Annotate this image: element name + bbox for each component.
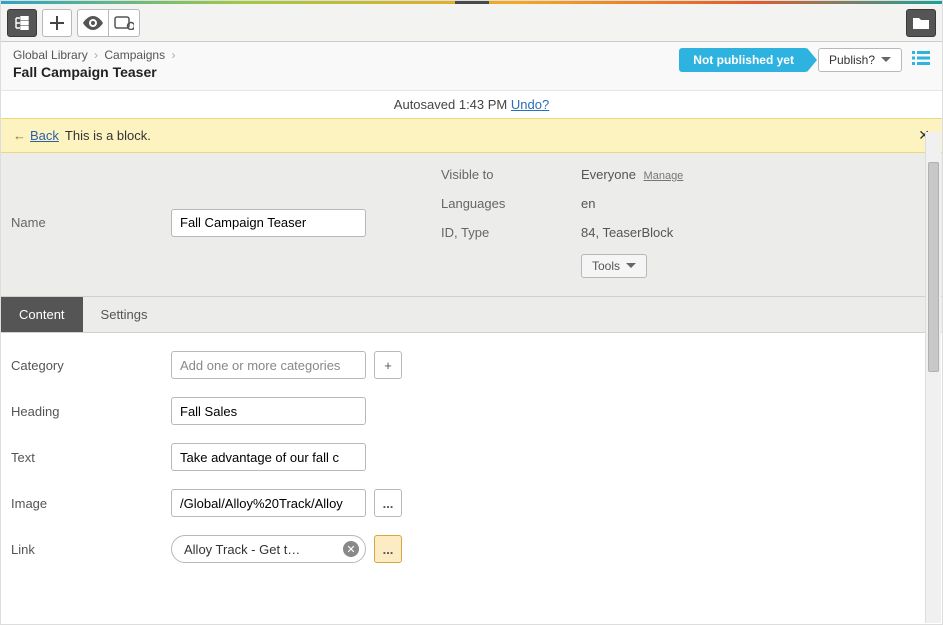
id-type-value: 84, TeaserBlock bbox=[581, 225, 932, 240]
tab-settings[interactable]: Settings bbox=[83, 297, 166, 332]
breadcrumb-separator: › bbox=[91, 48, 101, 62]
manage-link[interactable]: Manage bbox=[644, 170, 684, 182]
link-label: Link bbox=[11, 542, 171, 557]
content-form: Category Add one or more categories + He… bbox=[1, 333, 942, 573]
publish-button[interactable]: Publish? bbox=[818, 48, 902, 72]
add-button[interactable] bbox=[42, 9, 72, 37]
notice-bar: ← Back This is a block. ✕ bbox=[1, 118, 942, 153]
languages-label: Languages bbox=[441, 196, 581, 211]
back-link[interactable]: Back bbox=[30, 128, 59, 143]
text-input[interactable] bbox=[171, 443, 366, 471]
tab-content[interactable]: Content bbox=[1, 297, 83, 332]
breadcrumb-separator: › bbox=[168, 48, 178, 62]
tools-button[interactable]: Tools bbox=[581, 254, 647, 278]
page-header: Global Library › Campaigns › Fall Campai… bbox=[1, 42, 942, 91]
tabs: Content Settings bbox=[1, 297, 942, 333]
assets-toggle-button[interactable] bbox=[906, 9, 936, 37]
chevron-down-icon bbox=[626, 261, 636, 271]
undo-link[interactable]: Undo? bbox=[511, 97, 549, 112]
visible-to-text: Everyone bbox=[581, 167, 636, 182]
compare-icon bbox=[114, 16, 134, 30]
publish-label: Publish? bbox=[829, 53, 875, 67]
notice-text: This is a block. bbox=[65, 128, 151, 143]
back-arrow-icon: ← bbox=[13, 128, 26, 143]
plus-icon bbox=[50, 16, 64, 30]
visible-to-label: Visible to bbox=[441, 167, 581, 182]
autosave-bar: Autosaved 1:43 PM Undo? bbox=[1, 91, 942, 118]
breadcrumb-item[interactable]: Campaigns bbox=[104, 48, 165, 62]
list-icon bbox=[912, 50, 930, 66]
properties-col-right: Visible to Everyone Manage Languages en … bbox=[441, 167, 932, 278]
add-category-button[interactable]: + bbox=[374, 351, 402, 379]
category-input[interactable]: Add one or more categories bbox=[171, 351, 366, 379]
scroll-thumb[interactable] bbox=[928, 162, 939, 372]
autosave-text: Autosaved 1:43 PM bbox=[394, 97, 507, 112]
link-input[interactable]: Alloy Track - Get t… ✕ bbox=[171, 535, 366, 563]
tools-label: Tools bbox=[592, 259, 620, 273]
breadcrumb-item[interactable]: Global Library bbox=[13, 48, 88, 62]
tree-icon bbox=[14, 16, 30, 30]
eye-icon bbox=[83, 16, 103, 30]
tree-toggle-button[interactable] bbox=[7, 9, 37, 37]
preview-button[interactable] bbox=[77, 9, 108, 37]
compare-button[interactable] bbox=[108, 9, 140, 37]
text-label: Text bbox=[11, 450, 171, 465]
properties-col-left: Name bbox=[11, 167, 411, 278]
id-type-label: ID, Type bbox=[441, 225, 581, 240]
clear-link-button[interactable]: ✕ bbox=[343, 541, 359, 557]
image-input[interactable] bbox=[171, 489, 366, 517]
name-input[interactable] bbox=[171, 209, 366, 237]
category-label: Category bbox=[11, 358, 171, 373]
options-list-button[interactable] bbox=[912, 49, 930, 72]
link-token-text: Alloy Track - Get t… bbox=[184, 542, 300, 557]
languages-value: en bbox=[581, 196, 932, 211]
toolbar bbox=[1, 4, 942, 42]
folder-icon bbox=[912, 16, 930, 30]
properties-panel: Name Visible to Everyone Manage Language… bbox=[1, 153, 942, 297]
status-area: Not published yet Publish? bbox=[679, 48, 930, 72]
name-label: Name bbox=[11, 215, 171, 230]
status-badge: Not published yet bbox=[679, 48, 808, 72]
heading-label: Heading bbox=[11, 404, 171, 419]
link-browse-button[interactable]: ... bbox=[374, 535, 402, 563]
visible-to-value: Everyone Manage bbox=[581, 167, 932, 182]
heading-input[interactable] bbox=[171, 397, 366, 425]
chevron-down-icon bbox=[881, 55, 891, 65]
image-label: Image bbox=[11, 496, 171, 511]
app-window: Global Library › Campaigns › Fall Campai… bbox=[0, 0, 943, 625]
image-browse-button[interactable]: ... bbox=[374, 489, 402, 517]
scrollbar[interactable] bbox=[925, 132, 941, 623]
